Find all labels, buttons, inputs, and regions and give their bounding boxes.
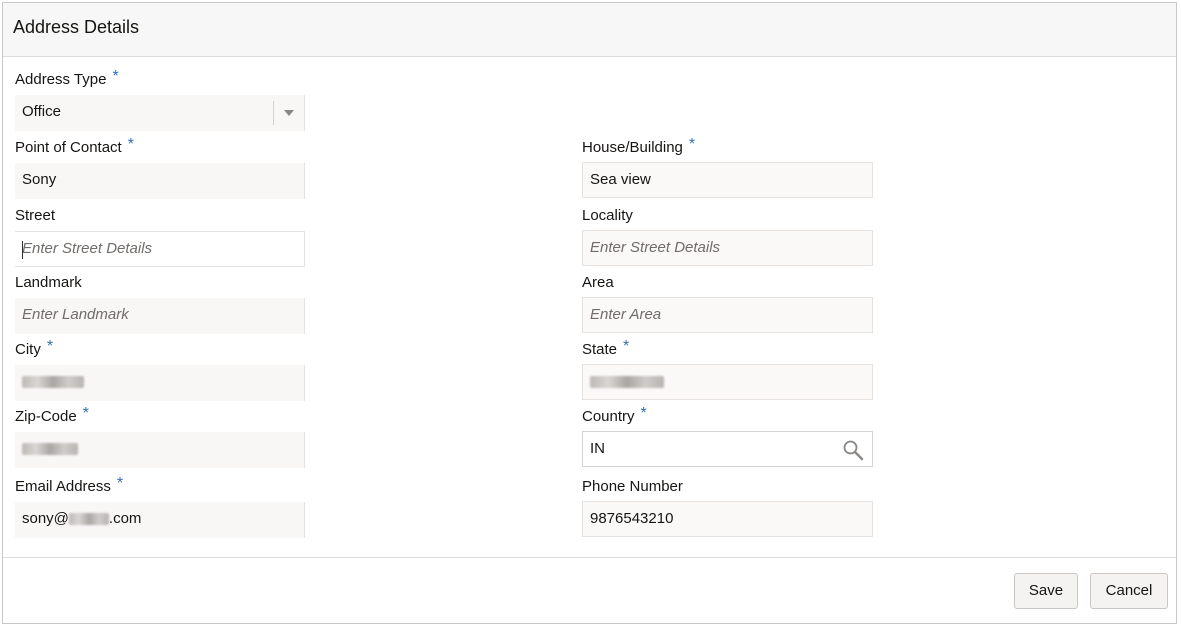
address-type-value: Office bbox=[22, 103, 61, 120]
state-label: State * bbox=[582, 338, 630, 359]
city-label-text: City bbox=[15, 341, 41, 358]
zip-code-label: Zip-Code * bbox=[15, 405, 89, 426]
text-cursor bbox=[22, 241, 23, 259]
email-address-label: Email Address * bbox=[15, 475, 124, 496]
zip-code-input[interactable] bbox=[15, 432, 305, 468]
house-building-input[interactable]: Sea view bbox=[582, 162, 873, 198]
email-prefix: sony@ bbox=[22, 510, 69, 527]
locality-label: Locality bbox=[582, 207, 633, 224]
email-address-label-text: Email Address bbox=[15, 478, 111, 495]
required-marker: * bbox=[127, 136, 134, 153]
footer-divider bbox=[3, 557, 1176, 558]
street-placeholder: Enter Street Details bbox=[22, 240, 153, 257]
phone-number-input[interactable]: 9876543210 bbox=[582, 501, 873, 537]
save-button[interactable]: Save bbox=[1014, 573, 1078, 609]
redacted-value bbox=[590, 376, 664, 389]
state-input[interactable] bbox=[582, 364, 873, 400]
state-label-text: State bbox=[582, 341, 618, 358]
required-marker: * bbox=[640, 405, 647, 422]
required-marker: * bbox=[116, 475, 124, 492]
phone-number-label: Phone Number bbox=[582, 478, 683, 495]
required-marker: * bbox=[112, 68, 119, 85]
required-marker: * bbox=[623, 338, 630, 355]
country-label-text: Country bbox=[582, 408, 635, 425]
email-suffix: .com bbox=[108, 510, 142, 527]
cancel-button[interactable]: Cancel bbox=[1090, 573, 1168, 609]
area-input[interactable]: Enter Area bbox=[582, 297, 873, 333]
house-building-label-text: House/Building bbox=[582, 139, 683, 156]
search-icon[interactable] bbox=[842, 439, 864, 461]
address-details-dialog: Address Details Address Type * Office Poi… bbox=[2, 2, 1177, 624]
address-type-label: Address Type * bbox=[15, 68, 119, 89]
point-of-contact-input[interactable]: Sony bbox=[15, 163, 305, 199]
required-marker: * bbox=[688, 136, 696, 153]
house-building-label: House/Building * bbox=[582, 136, 696, 157]
point-of-contact-label: Point of Contact * bbox=[15, 136, 134, 157]
point-of-contact-label-text: Point of Contact bbox=[15, 139, 122, 156]
landmark-input[interactable]: Enter Landmark bbox=[15, 298, 305, 334]
required-marker: * bbox=[46, 338, 54, 355]
dialog-title: Address Details bbox=[13, 17, 140, 37]
zip-code-label-text: Zip-Code bbox=[15, 408, 77, 425]
select-divider bbox=[273, 101, 274, 125]
city-label: City * bbox=[15, 338, 54, 359]
street-label: Street bbox=[15, 207, 56, 224]
dialog-header: Address Details bbox=[3, 3, 1176, 57]
country-input[interactable]: IN bbox=[582, 431, 873, 467]
chevron-down-icon[interactable] bbox=[284, 110, 294, 116]
redacted-value bbox=[22, 376, 84, 389]
redacted-value bbox=[68, 513, 109, 526]
street-input[interactable]: Enter Street Details bbox=[15, 231, 305, 267]
country-label: Country * bbox=[582, 405, 647, 426]
redacted-value bbox=[22, 443, 78, 456]
address-type-select[interactable]: Office bbox=[15, 95, 305, 131]
email-address-input[interactable]: sony@ .com bbox=[15, 502, 305, 538]
locality-input[interactable]: Enter Street Details bbox=[582, 230, 873, 266]
country-value: IN bbox=[590, 440, 605, 457]
landmark-label: Landmark bbox=[15, 274, 82, 291]
required-marker: * bbox=[82, 405, 89, 422]
address-type-label-text: Address Type bbox=[15, 71, 107, 88]
area-label: Area bbox=[582, 274, 614, 291]
city-input[interactable] bbox=[15, 365, 305, 401]
